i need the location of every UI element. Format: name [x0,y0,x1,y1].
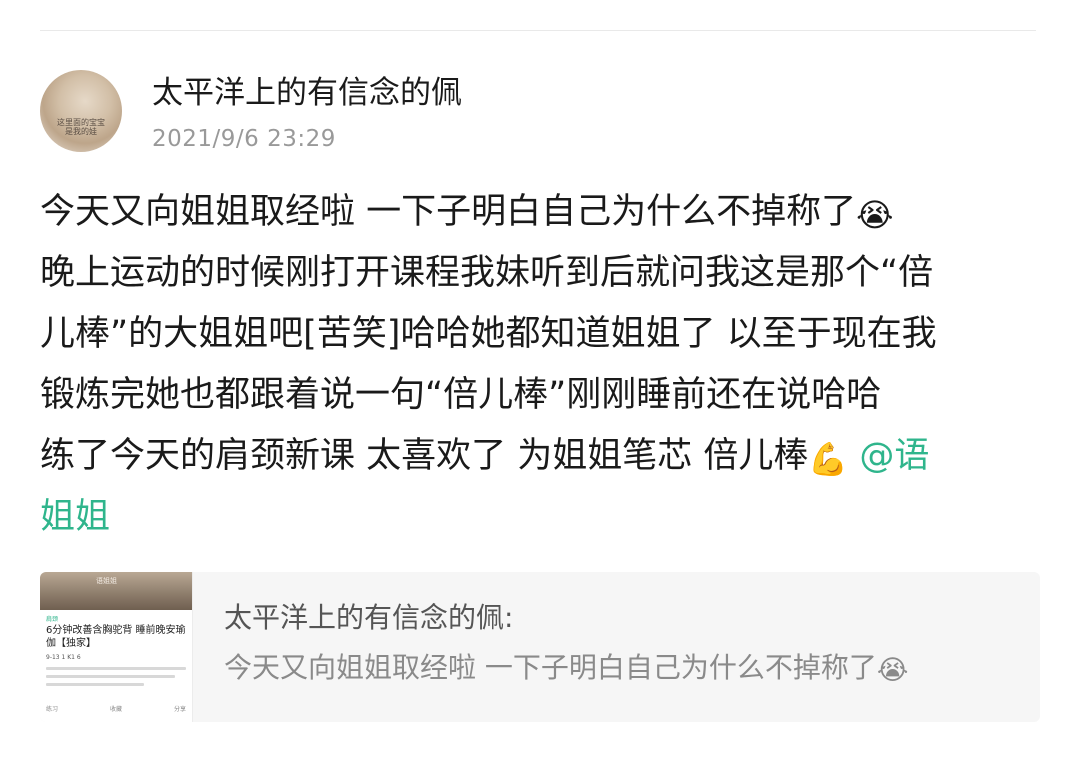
thumbnail-title: 6分钟改善含胸驼背 睡前晚安瑜伽【独家】 [46,625,186,649]
quoted-author: 太平洋上的有信念的佩: [224,601,514,634]
post-line-text: 今天又向姐姐取经啦 一下子明白自己为什么不掉称了 [40,192,857,232]
post-line-2: 晚上运动的时候刚打开课程我妹听到后就问我这是那个“倍 [40,243,1040,304]
thumbnail-text-line [46,667,186,670]
post-line-3: 儿棒”的大姐姐吧[苦笑]哈哈她都知道姐姐了 以至于现在我 [40,304,1040,365]
post-line-5: 练了今天的肩颈新课 太喜欢了 为姐姐笔芯 倍儿棒💪 @语 [40,426,1040,487]
mention-link-continued[interactable]: 姐姐 [40,497,110,537]
thumbnail-photo-label: 语姐姐 [96,577,117,585]
crying-face-emoji-icon: 😭 [876,655,909,686]
username[interactable]: 太平洋上的有信念的佩 [152,73,462,113]
post-line-4: 锻炼完她也都跟着说一句“倍儿棒”刚刚睡前还在说哈哈 [40,365,1040,426]
thumbnail-footer: 练习 收藏 分享 [46,704,186,713]
quoted-text-content: 今天又向姐姐取经啦 一下子明白自己为什么不掉称了 [224,651,877,684]
top-divider [40,30,1036,31]
thumbnail-text-line [46,683,144,686]
post-timestamp: 2021/9/6 23:29 [152,126,336,152]
quoted-post-card[interactable]: 语姐姐 肩颈 6分钟改善含胸驼背 睡前晚安瑜伽【独家】 9-13 1 K1 6 … [40,572,1040,722]
post-body: 今天又向姐姐取经啦 一下子明白自己为什么不掉称了😭 晚上运动的时候刚打开课程我妹… [40,182,1040,548]
thumbnail-photo: 语姐姐 [40,572,192,610]
flexed-biceps-emoji-icon: 💪 [808,440,849,478]
crying-face-emoji-icon: 😭 [856,196,894,234]
avatar[interactable]: 这里面的宝宝 是我的娃 [40,70,122,152]
post-line-text: 练了今天的肩颈新课 太喜欢了 为姐姐笔芯 倍儿棒 [40,436,809,476]
post-line-text: 锻炼完她也都跟着说一句“倍儿棒”刚刚睡前还在说哈哈 [40,375,882,415]
post-line-1: 今天又向姐姐取经啦 一下子明白自己为什么不掉称了😭 [40,182,1040,243]
course-thumbnail[interactable]: 语姐姐 肩颈 6分钟改善含胸驼背 睡前晚安瑜伽【独家】 9-13 1 K1 6 … [40,572,193,722]
thumbnail-meta: 9-13 1 K1 6 [46,654,81,661]
quoted-text: 今天又向姐姐取经啦 一下子明白自己为什么不掉称了😭 [224,650,908,689]
thumbnail-footer-practice: 练习 [46,706,59,713]
thumbnail-text-line [46,675,175,678]
post-line-text: 晚上运动的时候刚打开课程我妹听到后就问我这是那个“倍 [40,253,934,293]
mention-link[interactable]: @语 [859,436,929,476]
thumbnail-text-lines [46,667,186,691]
post-line-text: 儿棒”的大姐姐吧[苦笑]哈哈她都知道姐姐了 以至于现在我 [40,314,937,354]
thumbnail-footer-favorite: 收藏 [109,706,122,713]
avatar-caption: 这里面的宝宝 是我的娃 [57,118,105,136]
thumbnail-footer-share: 分享 [173,706,186,713]
post-line-6: 姐姐 [40,487,1040,548]
thumbnail-tag: 肩颈 [46,616,59,623]
